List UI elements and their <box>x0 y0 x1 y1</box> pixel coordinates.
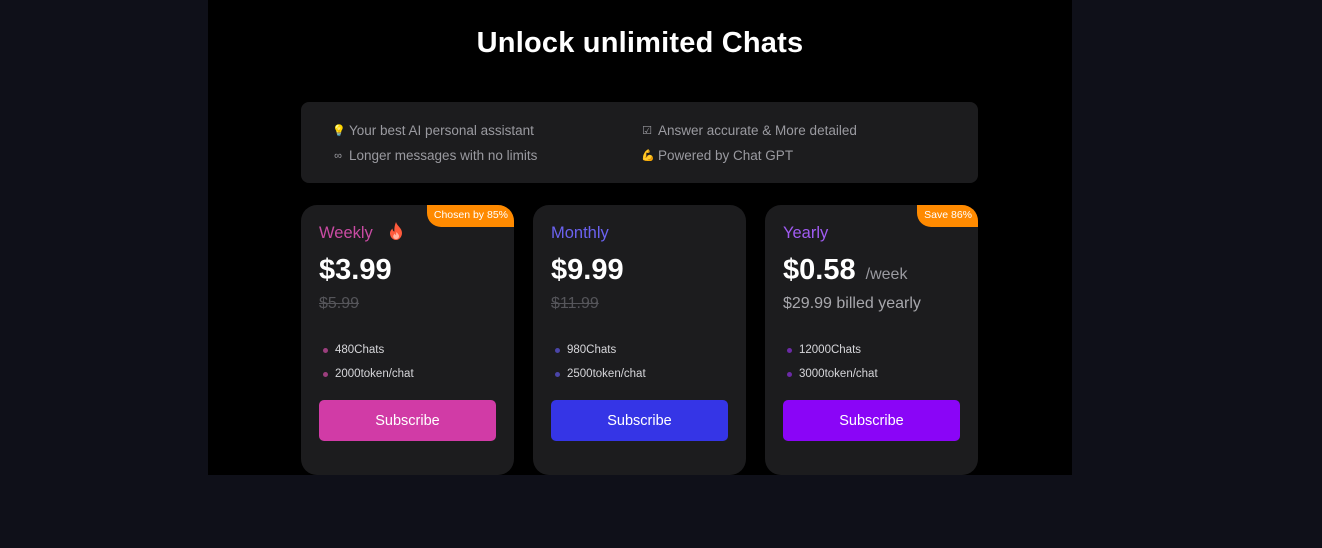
perk-item: 480Chats <box>323 338 414 362</box>
plan-card-yearly[interactable]: Save 86% Yearly $0.58 /week $29.99 bille… <box>765 205 978 475</box>
subscribe-monthly-button[interactable]: Subscribe <box>551 400 728 441</box>
savings-badge: Save 86% <box>917 205 978 227</box>
bullet-dot <box>323 371 328 377</box>
original-price: $11.99 <box>551 295 599 312</box>
modal-title: Unlock unlimited Chats <box>476 27 804 59</box>
plan-price: $3.99 <box>319 254 392 286</box>
plan-name: Yearly <box>783 224 829 242</box>
plan-name: Monthly <box>551 224 609 242</box>
bullet-dot <box>787 371 792 377</box>
perk-text: 980Chats <box>567 344 617 356</box>
perk-item: 2000token/chat <box>323 362 414 386</box>
price-amount: $0.58 <box>783 254 856 286</box>
price-unit: /week <box>865 266 908 283</box>
features-panel: 💡 Your best AI personal assistant ☑ Answ… <box>301 102 978 183</box>
feature-item: ∞ Longer messages with no limits <box>332 148 537 163</box>
feature-item: 💡 Your best AI personal assistant <box>332 123 534 138</box>
plan-name: Weekly <box>319 224 373 242</box>
perk-item: 980Chats <box>555 338 646 362</box>
bullet-dot <box>555 347 560 353</box>
bullet-dot <box>787 347 792 353</box>
infinity-icon: ∞ <box>334 149 342 162</box>
plan-card-monthly[interactable]: Monthly $9.99 $11.99 980Chats 2500token/… <box>533 205 746 475</box>
feature-item: ☑ Answer accurate & More detailed <box>641 123 857 138</box>
bulb-icon: 💡 <box>332 125 346 137</box>
feature-text: Powered by Chat GPT <box>658 148 794 163</box>
perk-text: 480Chats <box>335 344 385 356</box>
bullet-dot <box>323 347 328 353</box>
plan-perks: 480Chats 2000token/chat <box>323 338 414 386</box>
perk-item: 12000Chats <box>787 338 878 362</box>
check-box-icon: ☑ <box>642 125 652 137</box>
perk-text: 3000token/chat <box>799 368 878 380</box>
plan-price: $0.58 /week <box>783 254 907 287</box>
perk-item: 2500token/chat <box>555 362 646 386</box>
plan-price: $9.99 <box>551 254 624 286</box>
perk-text: 12000Chats <box>799 344 862 356</box>
perk-item: 3000token/chat <box>787 362 878 386</box>
subscribe-yearly-button[interactable]: Subscribe <box>783 400 960 441</box>
billing-note: $29.99 billed yearly <box>783 295 921 312</box>
plan-perks: 12000Chats 3000token/chat <box>787 338 878 386</box>
flexed-arm-icon: 💪 <box>641 150 655 162</box>
subscription-modal: Unlock unlimited Chats 💡 Your best AI pe… <box>208 0 1072 475</box>
feature-text: Longer messages with no limits <box>349 148 538 163</box>
perk-text: 2000token/chat <box>335 368 414 380</box>
popularity-badge: Chosen by 85% <box>426 205 514 227</box>
perk-text: 2500token/chat <box>567 368 646 380</box>
feature-text: Answer accurate & More detailed <box>658 123 857 138</box>
feature-item: 💪 Powered by Chat GPT <box>641 148 793 163</box>
original-price: $5.99 <box>319 295 360 312</box>
bullet-dot <box>555 371 560 377</box>
plan-card-weekly[interactable]: Chosen by 85% Weekly $3.99 $5.99 480Chat… <box>301 205 514 475</box>
fire-icon <box>390 222 402 240</box>
plan-perks: 980Chats 2500token/chat <box>555 338 646 386</box>
feature-text: Your best AI personal assistant <box>349 123 534 138</box>
subscribe-weekly-button[interactable]: Subscribe <box>319 400 496 441</box>
